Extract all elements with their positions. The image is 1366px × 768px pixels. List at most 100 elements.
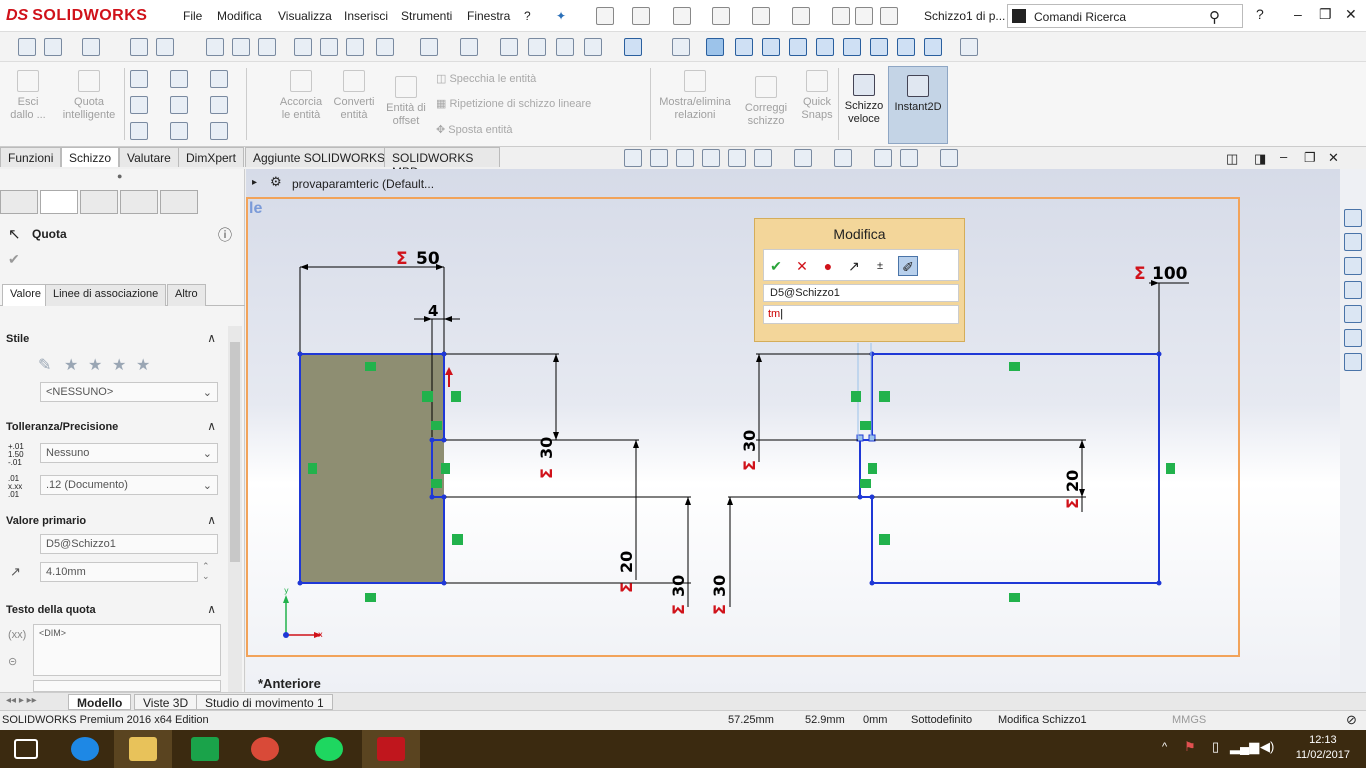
line-icon[interactable] [130,70,148,88]
spin-stepper[interactable]: ⌃ ⌄ [202,561,210,581]
view-isometric-icon[interactable] [870,38,888,56]
exit-sketch-button[interactable]: Esci dallo ... [6,70,50,122]
toolbar-icon-1[interactable] [18,38,36,56]
options-gear-icon[interactable] [880,7,898,25]
panel-grip-icon[interactable]: ● [117,171,122,181]
network-icon[interactable]: ▂▄▆ [1230,739,1259,755]
dimension-value-field[interactable]: 4.10mm [40,562,198,582]
reverse-sense-icon[interactable]: ↗ [844,256,864,276]
polygon-icon[interactable] [170,122,188,140]
tab-dimxpert[interactable]: DimXpert [178,147,245,167]
style-select[interactable]: <NESSUNO> ⌄ [40,382,218,402]
zoom-to-fit-icon[interactable] [624,149,642,167]
show-hidden-icons[interactable]: ^ [1162,741,1167,753]
repair-sketch-button[interactable]: Correggi schizzo [740,76,792,128]
collapse-chevron-icon[interactable]: ∧ [207,331,216,345]
dynamic-annotation-icon[interactable] [320,38,338,56]
edit-appearance-icon[interactable] [460,38,478,56]
action-center-icon[interactable]: ⚑ [1184,739,1196,755]
feature-tree-breadcrumb[interactable]: provaparamteric (Default... [292,177,434,191]
dim-20-a[interactable]: 20 [617,551,636,573]
subtab-valore[interactable]: Valore [2,284,49,306]
rapid-sketch-button[interactable]: Schizzo veloce [842,74,886,126]
toolbar-icon-20[interactable] [624,38,642,56]
edit-appearance-icon[interactable] [874,149,892,167]
start-button[interactable] [0,730,58,768]
rotated-dimension-labels[interactable]: 30 Σ 20 Σ 30 Σ 30 Σ 30 Σ 20 Σ [537,430,1082,615]
collapse-chevron-icon[interactable]: ∧ [207,602,216,616]
regenerate-icon[interactable]: ● [818,256,838,276]
panel-scrollbar[interactable] [228,326,242,692]
taskbar-internet-explorer[interactable] [56,730,114,768]
section-view-icon[interactable] [702,149,720,167]
apply-style-icon[interactable]: ✎ [38,355,51,375]
help-icon[interactable]: ? [1256,6,1264,22]
dim-30-a[interactable]: 30 [537,437,556,459]
toolbar-icon-18[interactable] [556,38,574,56]
toolbar-icon-4[interactable] [130,38,148,56]
text-icon[interactable] [210,122,228,140]
tab-mbd[interactable]: SOLIDWORKS MBD [384,147,500,179]
taskbar-chrome[interactable] [236,730,294,768]
arc-icon[interactable] [170,96,188,114]
tab-modello[interactable]: Modello [68,694,132,710]
spline-icon[interactable] [210,70,228,88]
unit-system[interactable]: MMGS [1172,714,1206,726]
volume-icon[interactable]: ◀) [1260,739,1274,755]
dim-text-field-2[interactable] [33,680,221,692]
view-left-icon[interactable] [762,38,780,56]
menu-modifica[interactable]: Modifica [217,9,262,23]
add-style-icon[interactable]: ★ [64,355,78,375]
new-document-icon[interactable] [596,7,614,25]
home-icon[interactable] [1344,209,1362,227]
zoom-fit-icon[interactable] [206,38,224,56]
custom-properties-icon[interactable] [1344,329,1362,347]
dim-30-d[interactable]: 30 [740,430,759,452]
linear-pattern[interactable]: ▦ Ripetizione di schizzo lineare [436,97,591,110]
rotate-icon[interactable] [528,38,546,56]
dimension-name-field[interactable]: D5@Schizzo1 [40,534,218,554]
open-icon[interactable] [632,7,650,25]
battery-icon[interactable]: ▯ [1212,739,1219,755]
hide-show-items-icon[interactable] [834,149,852,167]
ok-check-icon[interactable]: ✔ [766,256,786,276]
menu-visualizza[interactable]: Visualizza [278,9,332,23]
tab-funzioni[interactable]: Funzioni [0,147,62,167]
tab-studio-movimento[interactable]: Studio di movimento 1 [196,694,333,710]
dimension-name-field[interactable]: D5@Schizzo1 [763,284,959,302]
load-style-icon[interactable]: ★ [136,355,150,375]
command-search[interactable]: Comandi Ricerca ⚲ [1007,4,1243,28]
dynamic-annotation-icon[interactable] [728,149,746,167]
view-back-icon[interactable] [735,38,753,56]
view-settings-icon[interactable] [940,149,958,167]
tab-scroll-arrows[interactable]: ◂◂ ▸ ▸▸ [6,695,37,706]
menu-finestra[interactable]: Finestra [467,9,510,23]
collapse-chevron-icon[interactable]: ∧ [207,419,216,433]
convert-entities-button[interactable]: Converti entità [330,70,378,122]
ok-check-icon[interactable]: ✔ [8,251,20,268]
view-trimetric-icon[interactable] [897,38,915,56]
section-view-icon[interactable] [294,38,312,56]
split-view-icon[interactable]: ◫ [1226,151,1238,167]
quick-snaps-button[interactable]: Quick Snaps [798,70,836,122]
instant2d-button[interactable]: Instant2D [888,66,948,144]
dim-100[interactable]: 100 [1152,264,1188,284]
taskbar-spotify[interactable] [300,730,358,768]
dimxpert-tab-icon[interactable] [120,190,158,214]
view-dimetric-icon[interactable] [924,38,942,56]
display-delete-relations-button[interactable]: Mostra/elimina relazioni [654,70,736,122]
tolerance-type-select[interactable]: Nessuno ⌄ [40,443,218,463]
featuremanager-tab-icon[interactable] [0,190,38,214]
design-library-icon[interactable] [1344,233,1362,251]
fillet-icon[interactable] [210,96,228,114]
circle-icon[interactable] [170,70,188,88]
dim-text-field[interactable]: <DIM> [33,624,221,676]
file-properties-icon[interactable] [855,7,873,25]
slot-icon[interactable] [130,122,148,140]
save-style-icon[interactable]: ★ [112,355,126,375]
taskbar-file-explorer[interactable] [114,730,172,768]
dim-30-b[interactable]: 30 [669,575,688,597]
zoom-area-icon[interactable] [232,38,250,56]
precision-select[interactable]: .12 (Documento) ⌄ [40,475,218,495]
toolbar-icon-19[interactable] [584,38,602,56]
